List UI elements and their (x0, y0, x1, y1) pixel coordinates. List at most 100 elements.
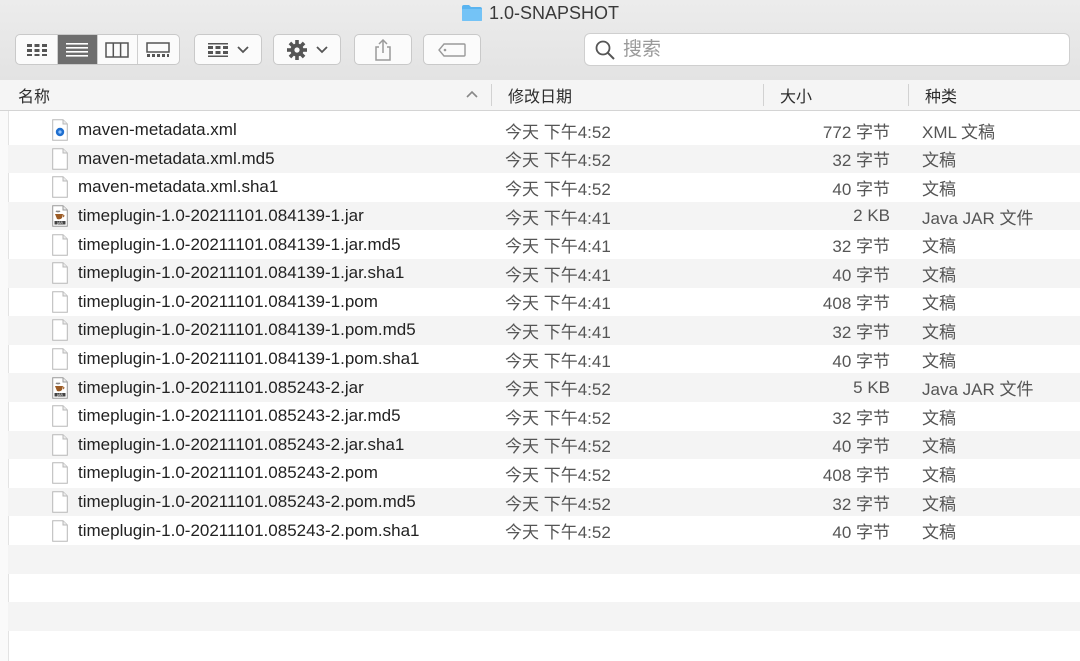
file-icon-cell: JAR (50, 373, 70, 402)
file-row[interactable]: timeplugin-1.0-20211101.085243-2.pom.sha… (8, 516, 1080, 545)
document-icon (52, 262, 68, 285)
empty-row (8, 602, 1080, 631)
share-button[interactable] (354, 34, 412, 65)
file-name: timeplugin-1.0-20211101.084139-1.jar.sha… (78, 263, 405, 283)
file-kind: 文稿 (922, 179, 956, 199)
column-divider[interactable] (763, 84, 764, 106)
file-list: maven-metadata.xml 今天 下午4:52 772 字节 XML … (8, 116, 1080, 659)
empty-row (8, 544, 1080, 574)
file-name: timeplugin-1.0-20211101.084139-1.jar (78, 206, 364, 226)
file-size: 408 字节 (822, 465, 890, 485)
document-icon (52, 176, 68, 199)
document-icon (52, 348, 68, 370)
file-size: 40 字节 (832, 351, 890, 371)
file-name: timeplugin-1.0-20211101.085243-2.jar.sha… (78, 434, 405, 454)
list-view-button[interactable] (57, 35, 98, 64)
file-size: 40 字节 (832, 437, 890, 457)
search-input[interactable] (621, 37, 1045, 62)
file-name: timeplugin-1.0-20211101.085243-2.pom.md5 (78, 492, 416, 512)
arrange-button[interactable] (194, 34, 262, 65)
file-icon-cell (50, 431, 70, 460)
document-icon (52, 148, 68, 170)
column-name-header[interactable]: 名称 (18, 80, 50, 110)
file-kind: 文稿 (922, 465, 956, 485)
column-divider[interactable] (491, 84, 492, 106)
chevron-down-icon (316, 45, 328, 53)
column-modified-header[interactable]: 修改日期 (508, 80, 572, 110)
file-row[interactable]: timeplugin-1.0-20211101.084139-1.jar.sha… (8, 258, 1080, 288)
file-name: timeplugin-1.0-20211101.085243-2.pom.sha… (78, 520, 420, 540)
file-icon-cell (50, 345, 70, 374)
file-size: 32 字节 (832, 494, 890, 514)
gallery-view-button[interactable] (138, 35, 178, 64)
window-title: 1.0-SNAPSHOT (0, 2, 1080, 24)
file-size: 40 字节 (832, 179, 890, 199)
file-icon-cell (50, 488, 70, 517)
icon-view-icon (27, 43, 47, 56)
empty-row (8, 631, 1080, 660)
action-button[interactable] (273, 34, 341, 65)
file-name: timeplugin-1.0-20211101.085243-2.jar.md5 (78, 406, 401, 426)
file-modified: 今天 下午4:52 (505, 494, 611, 514)
file-row[interactable]: maven-metadata.xml 今天 下午4:52 772 字节 XML … (8, 116, 1080, 145)
file-modified: 今天 下午4:52 (505, 380, 611, 400)
file-icon-cell (50, 459, 70, 488)
file-row[interactable]: JAR timeplugin-1.0-20211101.085243-2.jar… (8, 373, 1080, 402)
document-icon (52, 462, 68, 485)
document-icon (52, 291, 68, 313)
chevron-down-icon (237, 45, 249, 53)
file-row[interactable]: timeplugin-1.0-20211101.084139-1.pom.sha… (8, 345, 1080, 374)
file-row[interactable]: maven-metadata.xml.sha1 今天 下午4:52 40 字节 … (8, 173, 1080, 202)
column-kind-header[interactable]: 种类 (925, 80, 957, 110)
file-name: maven-metadata.xml.md5 (78, 148, 275, 168)
file-modified: 今天 下午4:41 (505, 237, 611, 257)
file-kind: 文稿 (922, 494, 956, 514)
file-row[interactable]: JAR timeplugin-1.0-20211101.084139-1.jar… (8, 201, 1080, 231)
tag-button[interactable] (423, 34, 481, 65)
file-size: 32 字节 (832, 237, 890, 257)
file-icon-cell (50, 316, 70, 345)
file-modified: 今天 下午4:52 (505, 179, 611, 199)
file-kind: Java JAR 文件 (922, 380, 1034, 400)
file-kind: 文稿 (922, 265, 956, 285)
file-size: 32 字节 (832, 322, 890, 342)
file-row[interactable]: timeplugin-1.0-20211101.085243-2.jar.sha… (8, 430, 1080, 460)
column-view-button[interactable] (98, 35, 138, 64)
column-divider[interactable] (908, 84, 909, 106)
file-icon-cell (50, 173, 70, 202)
window-title-text: 1.0-SNAPSHOT (488, 2, 620, 23)
file-row[interactable]: timeplugin-1.0-20211101.084139-1.pom.md5… (8, 316, 1080, 345)
folder-icon (461, 5, 482, 21)
file-name: maven-metadata.xml.sha1 (78, 177, 279, 197)
file-row[interactable]: timeplugin-1.0-20211101.084139-1.pom 今天 … (8, 288, 1080, 317)
file-kind: Java JAR 文件 (922, 208, 1034, 228)
file-size: 2 KB (853, 206, 890, 226)
file-icon-cell (50, 288, 70, 317)
file-row[interactable]: timeplugin-1.0-20211101.085243-2.pom.md5… (8, 487, 1080, 517)
search-field[interactable] (584, 33, 1070, 66)
file-icon-cell (50, 402, 70, 431)
column-size-header[interactable]: 大小 (780, 80, 812, 110)
file-size: 40 字节 (832, 523, 890, 543)
sort-ascending-icon (466, 90, 478, 98)
file-name: timeplugin-1.0-20211101.085243-2.jar (78, 377, 364, 397)
empty-row (8, 574, 1080, 603)
file-size: 32 字节 (832, 151, 890, 171)
file-modified: 今天 下午4:52 (505, 437, 611, 457)
file-row[interactable]: timeplugin-1.0-20211101.084139-1.jar.md5… (8, 230, 1080, 259)
file-row[interactable]: maven-metadata.xml.md5 今天 下午4:52 32 字节 文… (8, 144, 1080, 174)
file-kind: 文稿 (922, 437, 956, 457)
file-modified: 今天 下午4:41 (505, 265, 611, 285)
file-size: 40 字节 (832, 265, 890, 285)
file-modified: 今天 下午4:41 (505, 294, 611, 314)
icon-view-button[interactable] (18, 35, 58, 64)
svg-text:JAR: JAR (56, 393, 63, 397)
file-name: maven-metadata.xml (78, 120, 237, 140)
list-view-icon (66, 42, 88, 57)
jar-file-icon: JAR (52, 376, 68, 399)
file-row[interactable]: timeplugin-1.0-20211101.085243-2.pom 今天 … (8, 459, 1080, 488)
xml-file-icon (52, 119, 68, 142)
column-name-label: 名称 (18, 89, 51, 106)
file-row[interactable]: timeplugin-1.0-20211101.085243-2.jar.md5… (8, 402, 1080, 431)
file-icon-cell (50, 145, 70, 174)
